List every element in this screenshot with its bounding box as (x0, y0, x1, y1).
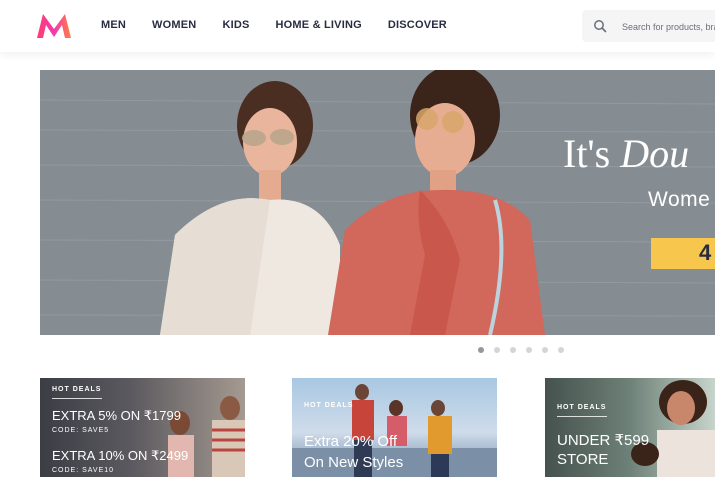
deal-tag: HOT DEALS (557, 404, 607, 411)
tag-underline (52, 398, 102, 399)
tag-underline (557, 416, 607, 417)
deal-line-1: Extra 20% Off (304, 433, 398, 450)
myntra-logo-icon[interactable] (35, 12, 73, 40)
deal-tag: HOT DEALS (304, 402, 354, 409)
hero-photo (40, 70, 715, 335)
nav-kids[interactable]: KIDS (222, 19, 249, 31)
hero-badge-text: 4 (699, 240, 712, 265)
deal-card-extra-discount[interactable]: HOT DEALS EXTRA 5% ON ₹1799 CODE: SAVE5 … (40, 378, 245, 477)
nav-home-living[interactable]: HOME & LIVING (276, 19, 362, 31)
carousel-dot-3[interactable] (510, 347, 516, 353)
main-nav: MEN WOMEN KIDS HOME & LIVING DISCOVER (101, 19, 473, 31)
top-header: MEN WOMEN KIDS HOME & LIVING DISCOVER (0, 0, 715, 52)
hero-subtitle: Wome (648, 188, 711, 211)
search-input[interactable] (620, 18, 715, 36)
deal-code-1: CODE: SAVE5 (52, 427, 110, 434)
search-icon (594, 20, 607, 33)
deal-tag: HOT DEALS (52, 386, 102, 393)
search-bar[interactable] (582, 10, 715, 42)
nav-men[interactable]: MEN (101, 19, 126, 31)
carousel-dot-2[interactable] (494, 347, 500, 353)
carousel-dot-1[interactable] (478, 347, 484, 353)
deal-card-new-styles[interactable]: HOT DEALS Extra 20% Off On New Styles (292, 378, 497, 477)
hero-title-plain: It's (563, 131, 621, 176)
carousel-dot-6[interactable] (558, 347, 564, 353)
deal-code-2: CODE: SAVE10 (52, 467, 115, 474)
nav-discover[interactable]: DISCOVER (388, 19, 447, 31)
deal-line-2: STORE (557, 451, 609, 468)
carousel-dot-4[interactable] (526, 347, 532, 353)
deal-line-2: On New Styles (304, 454, 404, 471)
hero-title-italic: Dou (620, 131, 690, 176)
deal-card-under-599[interactable]: HOT DEALS UNDER ₹599 STORE (545, 378, 715, 477)
carousel-dots (478, 347, 574, 353)
deal-line-2: EXTRA 10% ON ₹2499 (52, 448, 189, 463)
hero-banner[interactable]: It's Dou Wome 4 (40, 70, 715, 335)
hero-title: It's Dou (563, 130, 689, 177)
hero-badge: 4 (651, 238, 715, 269)
carousel-dot-5[interactable] (542, 347, 548, 353)
nav-women[interactable]: WOMEN (152, 19, 196, 31)
deal-line-1: UNDER ₹599 (557, 432, 650, 449)
deal-line-1: EXTRA 5% ON ₹1799 (52, 408, 181, 423)
